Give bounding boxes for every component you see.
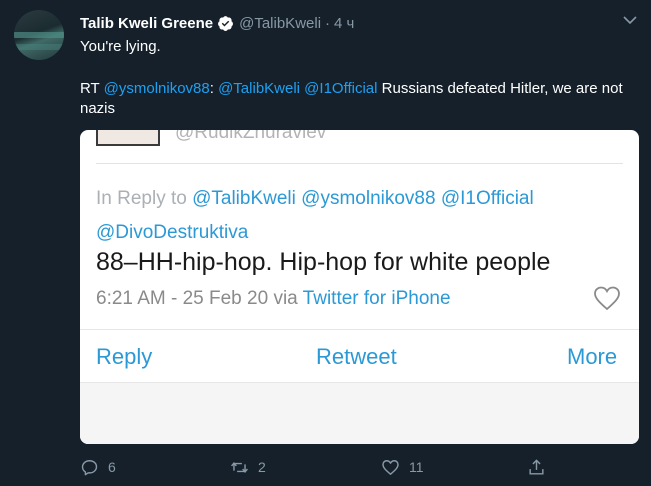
embedded-avatar xyxy=(96,130,160,146)
share-icon xyxy=(529,458,544,475)
embedded-footer xyxy=(80,383,639,444)
rt-colon: : xyxy=(209,80,219,97)
embedded-client: Twitter for iPhone xyxy=(302,288,451,309)
embedded-time: 6:21 AM - 25 Feb 20 via xyxy=(96,288,303,309)
handle[interactable]: @TalibKweli xyxy=(239,15,321,32)
divider xyxy=(80,329,639,330)
embedded-tweet-text: 88–HH-hip-hop. Hip-hop for white people xyxy=(96,248,551,276)
reply-mention: @TalibKweli xyxy=(192,188,296,209)
reply-mention: @DivoDestruktiva xyxy=(96,222,249,243)
tweet-header: Talib Kweli Greene @TalibKweli · 4 ч xyxy=(80,12,354,34)
in-reply-to-line: In Reply to @TalibKweli @ysmolnikov88 @I… xyxy=(96,188,534,210)
in-reply-to-label: In Reply to xyxy=(96,188,187,209)
chevron-down-icon[interactable] xyxy=(620,10,640,30)
retweet-button[interactable]: 2 xyxy=(230,456,266,478)
embedded-retweet-label: Retweet xyxy=(316,344,397,369)
like-button[interactable]: 11 xyxy=(381,456,424,478)
separator-dot: · xyxy=(325,14,331,32)
avatar[interactable] xyxy=(14,10,64,60)
mention-link[interactable]: @TalibKweli xyxy=(218,80,300,97)
heart-icon xyxy=(382,459,399,475)
share-button[interactable] xyxy=(527,456,546,478)
quoted-rt-text: RT @ysmolnikov88: @TalibKweli @I1Officia… xyxy=(80,79,640,119)
rt-prefix: RT xyxy=(80,80,104,97)
timestamp[interactable]: 4 ч xyxy=(334,15,354,32)
reply-mention: @ysmolnikov88 xyxy=(301,188,436,209)
heart-outline-icon xyxy=(594,286,620,311)
embedded-more-label: More xyxy=(567,344,618,369)
tweet-text: You're lying. xyxy=(80,38,161,55)
embedded-handle: @RudikZhuravlev xyxy=(175,130,327,143)
embedded-meta: 6:21 AM - 25 Feb 20 via Twitter for iPho… xyxy=(96,288,451,310)
reply-icon xyxy=(81,459,98,475)
reply-button[interactable]: 6 xyxy=(80,456,116,478)
display-name[interactable]: Talib Kweli Greene xyxy=(80,15,213,32)
reply-mention: @I1Official xyxy=(440,188,534,209)
verified-badge-icon xyxy=(218,15,234,31)
mention-link[interactable]: @I1Official xyxy=(304,80,377,97)
tweet-image[interactable]: @RudikZhuravlev In Reply to @TalibKweli … xyxy=(80,130,639,444)
retweet-count: 2 xyxy=(258,459,266,475)
mention-link[interactable]: @ysmolnikov88 xyxy=(104,80,210,97)
embedded-reply-label: Reply xyxy=(96,344,153,369)
like-count: 11 xyxy=(409,459,424,475)
retweet-icon xyxy=(231,461,248,473)
divider xyxy=(96,163,623,164)
reply-count: 6 xyxy=(108,459,116,475)
